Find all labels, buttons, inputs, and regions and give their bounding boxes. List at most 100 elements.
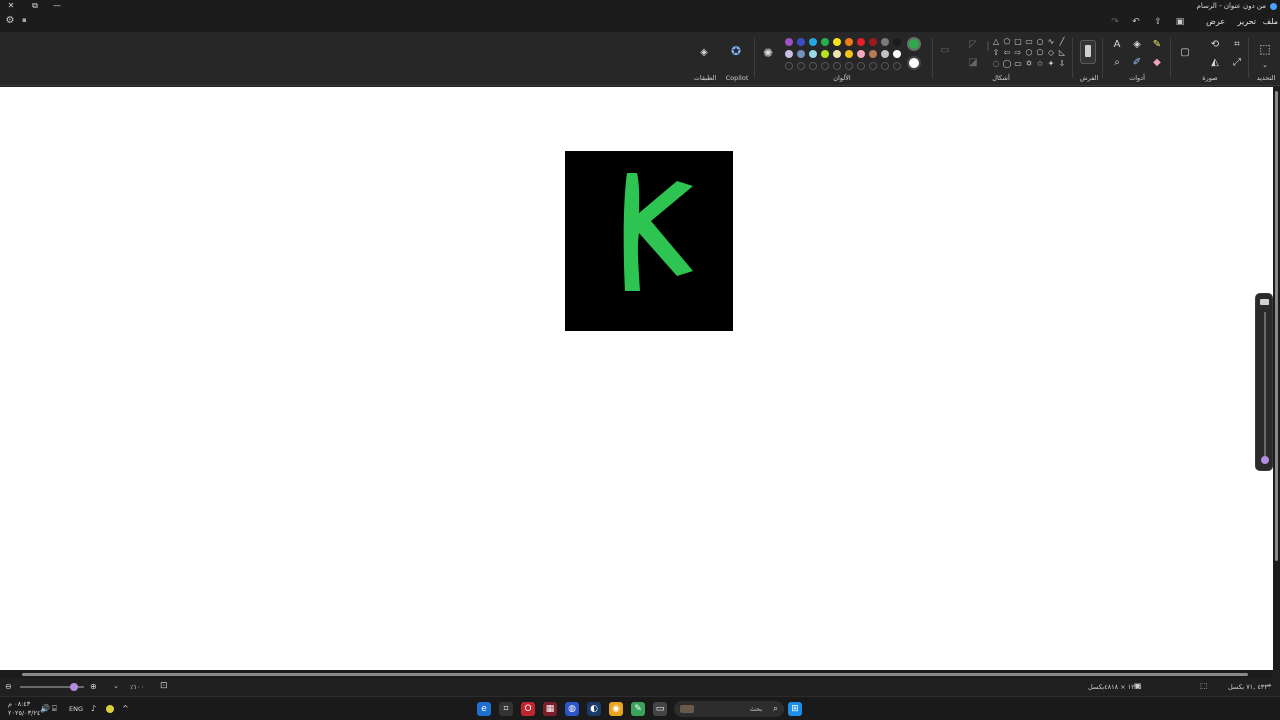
minimize-icon[interactable]: — [46, 0, 68, 12]
hexagon-shape-icon[interactable]: ⬡ [1024, 48, 1034, 58]
layers-icon[interactable]: ◈ [697, 46, 711, 60]
microphone-icon[interactable]: ♪ [91, 705, 96, 713]
color-swatch[interactable] [797, 38, 805, 46]
text-icon[interactable]: A [1110, 38, 1124, 52]
save-icon[interactable]: ▣ [1173, 16, 1187, 28]
color-swatch[interactable] [833, 50, 841, 58]
color-swatch[interactable] [869, 50, 877, 58]
share-icon[interactable]: ⇪ [1151, 16, 1165, 28]
tray-app-icon[interactable] [106, 705, 114, 713]
custom-color-slot[interactable] [785, 62, 793, 70]
zoom-in-icon[interactable]: ⊕ [90, 682, 97, 691]
color-swatch[interactable] [797, 50, 805, 58]
brush-selector[interactable] [1080, 40, 1096, 64]
color-swatch[interactable] [893, 38, 901, 46]
file-explorer-icon[interactable]: ▭ [653, 702, 667, 716]
magnifier-icon[interactable]: ⌕ [1110, 56, 1124, 70]
taskbar-search[interactable]: بحث ⌕ [674, 701, 784, 717]
shape-size-icon[interactable]: ▭ [938, 44, 952, 58]
floating-zoom-slider[interactable] [1255, 293, 1273, 471]
store-app-icon[interactable]: ◍ [565, 702, 579, 716]
arrow-right-shape-icon[interactable]: ⇨ [1013, 48, 1023, 58]
custom-color-slot[interactable] [845, 62, 853, 70]
app-grid-icon[interactable]: ⌗ [499, 702, 513, 716]
menu-file[interactable]: ملف [1263, 16, 1278, 28]
image-select-icon[interactable]: ▢ [1178, 46, 1192, 60]
redo-icon[interactable]: ↷ [1108, 16, 1122, 28]
rounded-rect-shape-icon[interactable]: ▢ [1013, 37, 1023, 47]
color-swatch[interactable] [821, 50, 829, 58]
menu-edit[interactable]: تحرير [1238, 16, 1256, 28]
arrow-down-shape-icon[interactable]: ⇩ [1057, 59, 1067, 69]
language-indicator[interactable]: ENG [69, 705, 83, 713]
shapes-scroll-icon[interactable]: │ [983, 42, 993, 52]
custom-color-slot[interactable] [869, 62, 877, 70]
color-swatch[interactable] [833, 38, 841, 46]
color-swatch[interactable] [857, 50, 865, 58]
horizontal-scroll-thumb[interactable] [22, 673, 1248, 676]
vertical-scrollbar[interactable] [1273, 87, 1280, 670]
color-swatch[interactable] [845, 38, 853, 46]
slider-knob[interactable] [1261, 456, 1269, 464]
active-color-swatch[interactable] [907, 37, 921, 51]
steam-icon[interactable]: ◐ [587, 702, 601, 716]
horizontal-scrollbar[interactable] [0, 670, 1273, 678]
select-rectangle-icon[interactable]: ⬚ [1258, 42, 1272, 56]
color-swatch[interactable] [869, 38, 877, 46]
color-swatch[interactable] [881, 50, 889, 58]
color-swatch[interactable] [893, 50, 901, 58]
color-swatch[interactable] [857, 38, 865, 46]
crop-icon[interactable]: ⌗ [1230, 38, 1244, 52]
star4-shape-icon[interactable]: ✦ [1046, 59, 1056, 69]
curve-shape-icon[interactable]: ∿ [1046, 37, 1056, 47]
copilot-icon[interactable]: ✪ [729, 44, 743, 58]
zoom-slider-knob[interactable] [70, 683, 78, 691]
chevron-up-icon[interactable]: ^ [122, 705, 129, 713]
close-icon[interactable]: ✕ [0, 0, 22, 12]
pentagon-shape-icon[interactable]: ⬠ [1035, 48, 1045, 58]
media-app-icon[interactable]: ▦ [543, 702, 557, 716]
pencil-icon[interactable]: ✎ [1150, 38, 1164, 52]
color-picker-icon[interactable]: ✐ [1130, 56, 1144, 70]
right-triangle-shape-icon[interactable]: ◺ [1057, 48, 1067, 58]
custom-color-slot[interactable] [881, 62, 889, 70]
line-shape-icon[interactable]: ╱ [1057, 37, 1067, 47]
color-swatch[interactable] [809, 38, 817, 46]
custom-color-slot[interactable] [893, 62, 901, 70]
custom-color-slot[interactable] [857, 62, 865, 70]
fit-to-window-icon[interactable] [1260, 299, 1269, 305]
diamond-shape-icon[interactable]: ◇ [1046, 48, 1056, 58]
windows-start-icon[interactable]: ⊞ [788, 702, 802, 716]
color-swatch[interactable] [845, 50, 853, 58]
polygon-shape-icon[interactable]: ⬠ [1002, 37, 1012, 47]
chrome-icon[interactable]: ◉ [609, 702, 623, 716]
edge-browser-icon[interactable]: e [477, 702, 491, 716]
fit-icon[interactable]: ⊡ [160, 681, 168, 691]
custom-color-slot[interactable] [833, 62, 841, 70]
star5-shape-icon[interactable]: ☆ [1035, 59, 1045, 69]
color-swatch[interactable] [881, 38, 889, 46]
color-wheel-icon[interactable]: ✺ [761, 46, 775, 60]
color-swatch[interactable] [785, 38, 793, 46]
oval-shape-icon[interactable]: ○ [1035, 37, 1045, 47]
color-swatch[interactable] [809, 50, 817, 58]
arrow-left-shape-icon[interactable]: ⇦ [1002, 48, 1012, 58]
volume-icon[interactable]: 🔊 [40, 705, 50, 713]
eraser-icon[interactable]: ◆ [1150, 56, 1164, 70]
callout-cloud-shape-icon[interactable]: ◌ [991, 59, 1001, 69]
network-icon[interactable]: ⌸ [52, 705, 57, 713]
zoom-dropdown-icon[interactable]: ⌄ [113, 682, 119, 690]
select-dropdown-icon[interactable]: ⌄ [1258, 58, 1272, 72]
fill-icon[interactable]: ◪ [966, 56, 980, 70]
outline-icon[interactable]: ◸ [966, 38, 980, 52]
restore-icon[interactable]: ⧉ [24, 0, 46, 12]
callout-oval-shape-icon[interactable]: ◯ [1002, 59, 1012, 69]
color-swatch[interactable] [821, 38, 829, 46]
callout-rect-shape-icon[interactable]: ▭ [1013, 59, 1023, 69]
zoom-out-icon[interactable]: ⊖ [5, 682, 12, 691]
custom-color-slot[interactable] [821, 62, 829, 70]
resize-icon[interactable]: ⤢ [1230, 56, 1244, 70]
rotate-icon[interactable]: ⟲ [1208, 38, 1222, 52]
rectangle-shape-icon[interactable]: ▭ [1024, 37, 1034, 47]
fill-bucket-icon[interactable]: ◈ [1130, 38, 1144, 52]
